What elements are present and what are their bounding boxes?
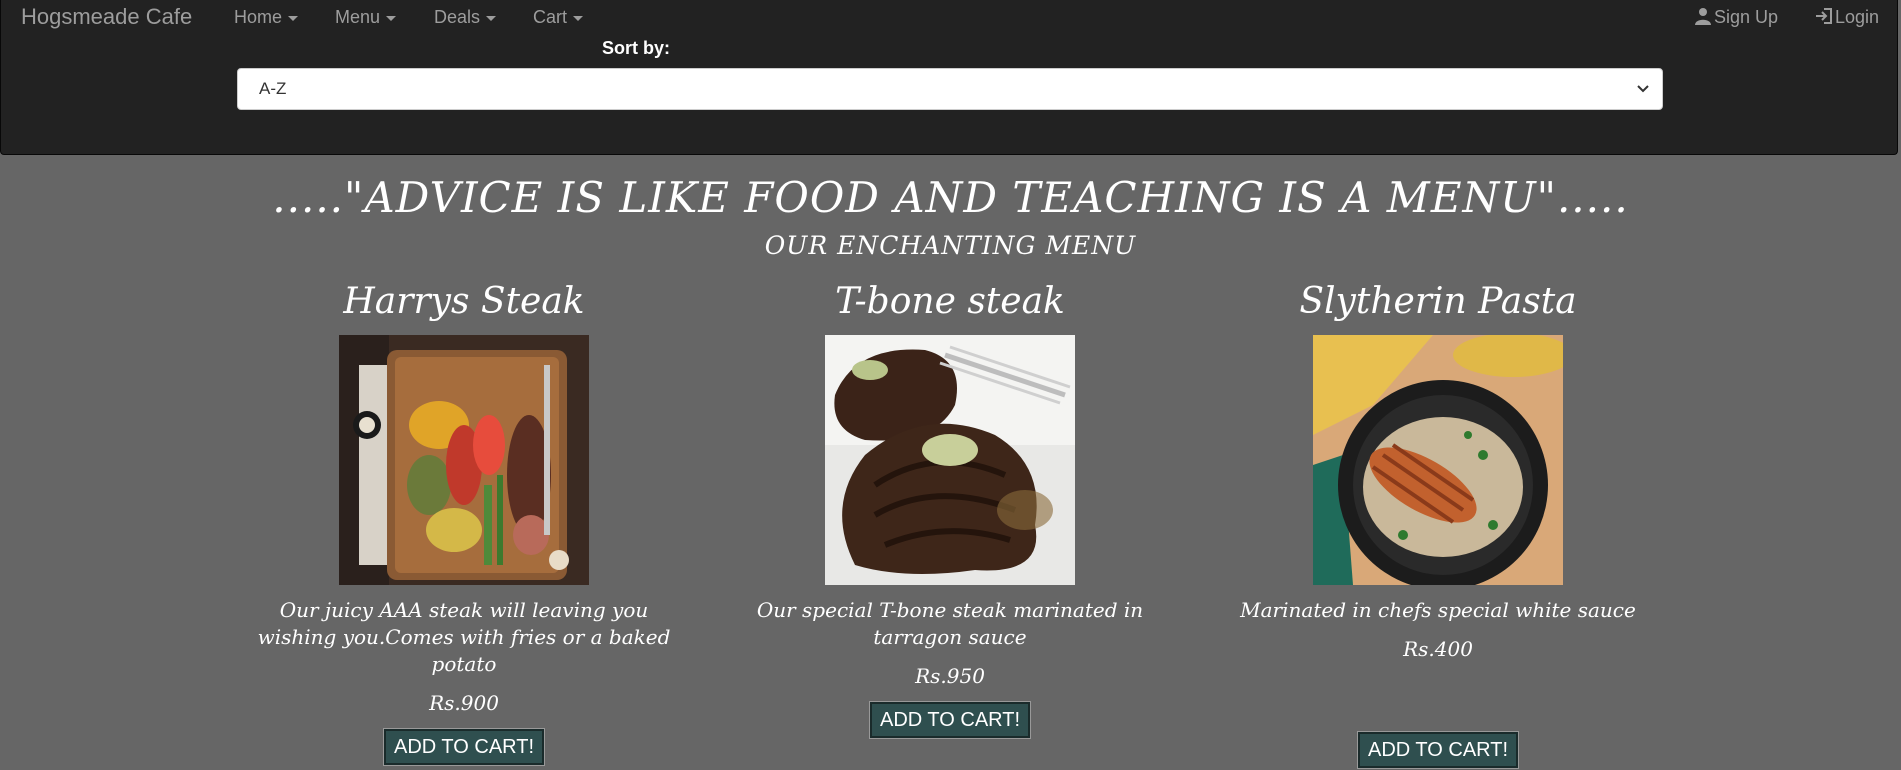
t-bone-steak-image — [825, 335, 1075, 585]
nav-home-dropdown[interactable]: Home — [234, 6, 299, 28]
add-to-cart-button[interactable]: ADD TO CART! — [1356, 731, 1520, 769]
product-name: T-bone steak — [835, 281, 1065, 322]
caret-down-icon — [386, 15, 397, 21]
add-to-cart-button[interactable]: ADD TO CART! — [382, 728, 546, 766]
sort-label: Sort by: — [602, 38, 671, 58]
add-to-cart-wrapper: ADD TO CART! — [244, 728, 684, 766]
sort-selected-value: A-Z — [259, 79, 287, 98]
sort-select[interactable]: A-Z — [237, 68, 1663, 110]
product-name: Harrys Steak — [343, 281, 585, 322]
caret-down-icon — [573, 15, 584, 21]
nav-cart-dropdown[interactable]: Cart — [533, 6, 584, 28]
product-description: Marinated in chefs special white sauce — [1240, 598, 1636, 622]
grilled-steak-platter-image — [339, 335, 589, 585]
sign-up-label: Sign Up — [1714, 7, 1779, 27]
nav-deals-dropdown[interactable]: Deals — [434, 6, 497, 28]
caret-down-icon — [486, 15, 497, 21]
login-link[interactable]: Login — [1815, 6, 1879, 28]
product-price: Rs.400 — [1403, 637, 1473, 661]
menu-subtitle: OUR ENCHANTING MENU — [764, 231, 1137, 260]
menu-quote: ....."ADVICE IS LIKE FOOD AND TEACHING I… — [272, 173, 1629, 222]
product-card: Slytherin Pasta Marinated in chefs speci… — [1218, 278, 1658, 769]
nav-home-label: Home — [234, 7, 283, 27]
product-description: Our juicy AAA steak will leaving you wis… — [257, 598, 671, 676]
nav-menu-label: Menu — [335, 7, 381, 27]
product-card: Harrys Steak Our juicy AAA steak will le… — [244, 278, 684, 766]
top-navbar: Hogsmeade Cafe Home Menu Deals Cart Sign… — [0, 0, 1898, 155]
brand-link[interactable]: Hogsmeade Cafe — [21, 4, 192, 30]
add-to-cart-wrapper: ADD TO CART! — [1218, 731, 1658, 769]
product-price: Rs.950 — [915, 664, 985, 688]
login-label: Login — [1835, 7, 1880, 27]
pasta-bowl-image — [1313, 335, 1563, 585]
log-in-icon — [1816, 8, 1832, 24]
user-icon — [1695, 8, 1711, 25]
add-to-cart-button[interactable]: ADD TO CART! — [868, 701, 1032, 739]
product-description: Our special T-bone steak marinated in ta… — [756, 598, 1144, 649]
chevron-down-icon — [1637, 85, 1649, 93]
add-to-cart-wrapper: ADD TO CART! — [730, 701, 1170, 739]
nav-deals-label: Deals — [434, 7, 481, 27]
sign-up-link[interactable]: Sign Up — [1694, 6, 1778, 28]
nav-menu-dropdown[interactable]: Menu — [335, 6, 397, 28]
caret-down-icon — [288, 15, 299, 21]
product-name: Slytherin Pasta — [1299, 281, 1577, 322]
nav-cart-label: Cart — [533, 7, 568, 27]
product-card: T-bone steak Our special T-bone steak ma… — [730, 278, 1170, 739]
product-price: Rs.900 — [429, 691, 499, 715]
